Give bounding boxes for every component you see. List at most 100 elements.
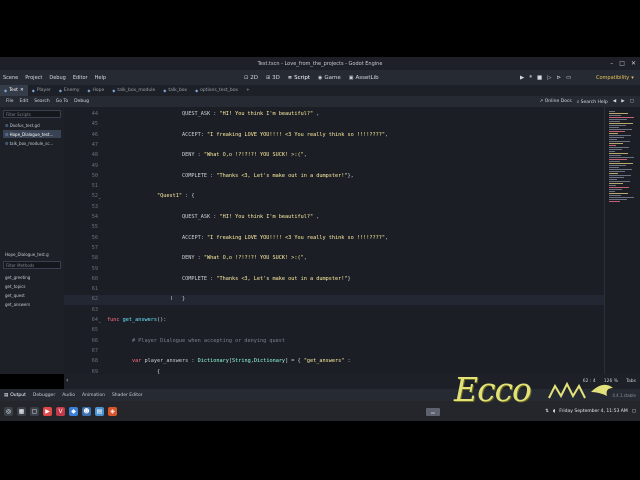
- minimap-line: [609, 135, 631, 136]
- app-icon[interactable]: ▶: [43, 406, 52, 416]
- scene-tab-talk-box-module[interactable]: ◆ talk_box_module: [108, 85, 159, 96]
- scene-tab-hope[interactable]: ◆ Hope: [83, 85, 108, 96]
- minimap-line: [609, 133, 618, 134]
- network-icon[interactable]: ⇅: [545, 409, 549, 414]
- search-help-button[interactable]: ⌕ Search Help: [577, 99, 608, 105]
- start-menu-icon[interactable]: ◎: [4, 406, 13, 416]
- script-menu-debug[interactable]: Debug: [74, 99, 89, 104]
- app-icon[interactable]: ▤: [95, 406, 104, 416]
- code-token: Dictionary: [197, 358, 229, 365]
- workspace-assetlib-button[interactable]: ▣ AssetLib: [349, 75, 379, 81]
- play-icon[interactable]: ▶: [520, 75, 524, 81]
- tab-output[interactable]: ▤ Output: [4, 393, 26, 398]
- workspace-game-button[interactable]: ◉ Game: [318, 75, 341, 81]
- workspace-3d-button[interactable]: ⊞ 3D: [266, 75, 280, 81]
- script-item[interactable]: ⚙ talk_box_module_sc...: [3, 139, 61, 147]
- tab-animation[interactable]: Animation: [82, 393, 105, 398]
- add-scene-tab-button[interactable]: +: [242, 85, 254, 96]
- scene-tab-test[interactable]: ◆ Test ✕: [0, 85, 28, 96]
- menu-project[interactable]: Project: [25, 75, 42, 81]
- code-token: "get_answers": [303, 358, 345, 365]
- script-menu-edit[interactable]: Edit: [20, 99, 29, 104]
- online-docs-button[interactable]: ↗ Online Docs: [540, 99, 572, 104]
- method-item[interactable]: get_topics: [5, 284, 26, 289]
- menu-editor[interactable]: Editor: [73, 75, 88, 81]
- menu-scene[interactable]: Scene: [3, 75, 18, 81]
- minimap-line: [609, 173, 618, 174]
- vivaldi-icon[interactable]: V: [56, 406, 65, 416]
- godot-icon[interactable]: ☻: [82, 406, 91, 416]
- pause-icon[interactable]: ⏸: [529, 74, 532, 81]
- script-menu-file[interactable]: File: [6, 99, 14, 104]
- chevron-down-icon: ▾: [631, 74, 634, 81]
- minimap-line: [609, 201, 620, 202]
- minimize-icon[interactable]: –: [610, 60, 613, 67]
- fold-arrow-icon[interactable]: ⌄: [98, 319, 101, 324]
- scene-tab-player[interactable]: ◆ Player: [28, 85, 55, 96]
- play-scene-icon[interactable]: ▷: [547, 75, 551, 81]
- plus-icon: +: [246, 88, 250, 93]
- app-icon[interactable]: ◆: [69, 406, 78, 416]
- close-icon[interactable]: ✕: [631, 60, 636, 67]
- taskbar-window-button[interactable]: ▭: [426, 408, 440, 416]
- show-desktop-icon[interactable]: ▦: [17, 406, 26, 416]
- fold-arrow-icon[interactable]: ⌄: [98, 195, 101, 200]
- tab-label: Audio: [62, 392, 75, 398]
- previous-icon[interactable]: ◀: [613, 99, 616, 104]
- volume-icon[interactable]: ◖: [553, 409, 555, 414]
- code-token: ,: [303, 152, 307, 159]
- tab-label: Debugger: [32, 392, 56, 398]
- script-item-selected[interactable]: ⚙ Hope_Dialogue_test...: [3, 130, 61, 138]
- line-number: 57: [91, 244, 98, 251]
- menu-debug[interactable]: Debug: [49, 75, 65, 81]
- scene-tab-enemy[interactable]: ◆ Enemy: [55, 85, 84, 96]
- renderer-selector[interactable]: Compatibility ▾: [596, 70, 634, 85]
- script-item[interactable]: ⚙ Doofus_test.gd: [3, 121, 61, 129]
- letterbox-bottom: [0, 421, 640, 480]
- script-item-label: talk_box_module_sc...: [9, 140, 54, 146]
- tab-debugger[interactable]: Debugger: [33, 393, 55, 398]
- scene-tab-talk-box[interactable]: ◆ talk_box: [159, 85, 191, 96]
- code-line: [107, 163, 182, 169]
- filter-methods-input[interactable]: Filter Methods: [3, 261, 61, 269]
- clock[interactable]: Friday September 4, 11:53 AM: [559, 409, 627, 414]
- tab-shader-editor[interactable]: Shader Editor: [112, 393, 143, 398]
- code-editor[interactable]: 44 45 46 47 48 49 50 51 52 53 54 55 56 57 58 59 60 61 62 63…: [64, 107, 604, 374]
- float-icon[interactable]: ▢: [630, 99, 634, 104]
- play-custom-icon[interactable]: ⊳: [556, 75, 561, 81]
- line-number: 49: [91, 162, 98, 169]
- minimap-line: [609, 179, 617, 180]
- code-line: ACCEPT: "I freaking LOVE YOU!!!! <3 You …: [107, 235, 388, 241]
- tab-audio[interactable]: Audio: [62, 393, 75, 398]
- maximize-icon[interactable]: □: [619, 60, 625, 67]
- script-menu-goto[interactable]: Go To: [56, 99, 68, 104]
- workspace-2d-button[interactable]: ⊡ 2D: [244, 75, 258, 81]
- files-icon[interactable]: ▢: [30, 406, 39, 416]
- minimap-line: [609, 191, 615, 192]
- minimap-line: [609, 111, 615, 112]
- next-icon[interactable]: ▶: [621, 99, 624, 104]
- filter-scripts-input[interactable]: Filter Scripts: [3, 110, 61, 118]
- tab-label: Test: [9, 88, 18, 93]
- method-item[interactable]: get_answers: [5, 302, 30, 307]
- minimap-line: [609, 165, 626, 166]
- method-item[interactable]: get_greeting: [5, 275, 30, 280]
- minimap[interactable]: [604, 107, 640, 374]
- menu-help[interactable]: Help: [95, 75, 106, 81]
- indent-mode[interactable]: Tabs: [626, 379, 636, 384]
- current-script-label: Hope_Dialogue_test.g: [3, 250, 61, 258]
- code-token: DENY :: [181, 152, 204, 159]
- stop-icon[interactable]: ■: [537, 75, 542, 81]
- tab-label: Output: [10, 392, 26, 398]
- show-desktop-icon[interactable]: ▢: [632, 409, 636, 414]
- workspace-script-button[interactable]: ≣ Script: [288, 75, 310, 81]
- movie-icon[interactable]: ▭: [566, 75, 571, 81]
- brave-icon[interactable]: ◈: [108, 406, 117, 416]
- script-menu-search[interactable]: Search: [34, 99, 49, 104]
- scene-tab-options-test-box[interactable]: ◆ options_test_box: [191, 85, 242, 96]
- toggle-panel-icon[interactable]: ‹: [66, 377, 68, 384]
- close-icon[interactable]: ✕: [20, 88, 24, 93]
- method-item[interactable]: get_quest: [5, 293, 25, 298]
